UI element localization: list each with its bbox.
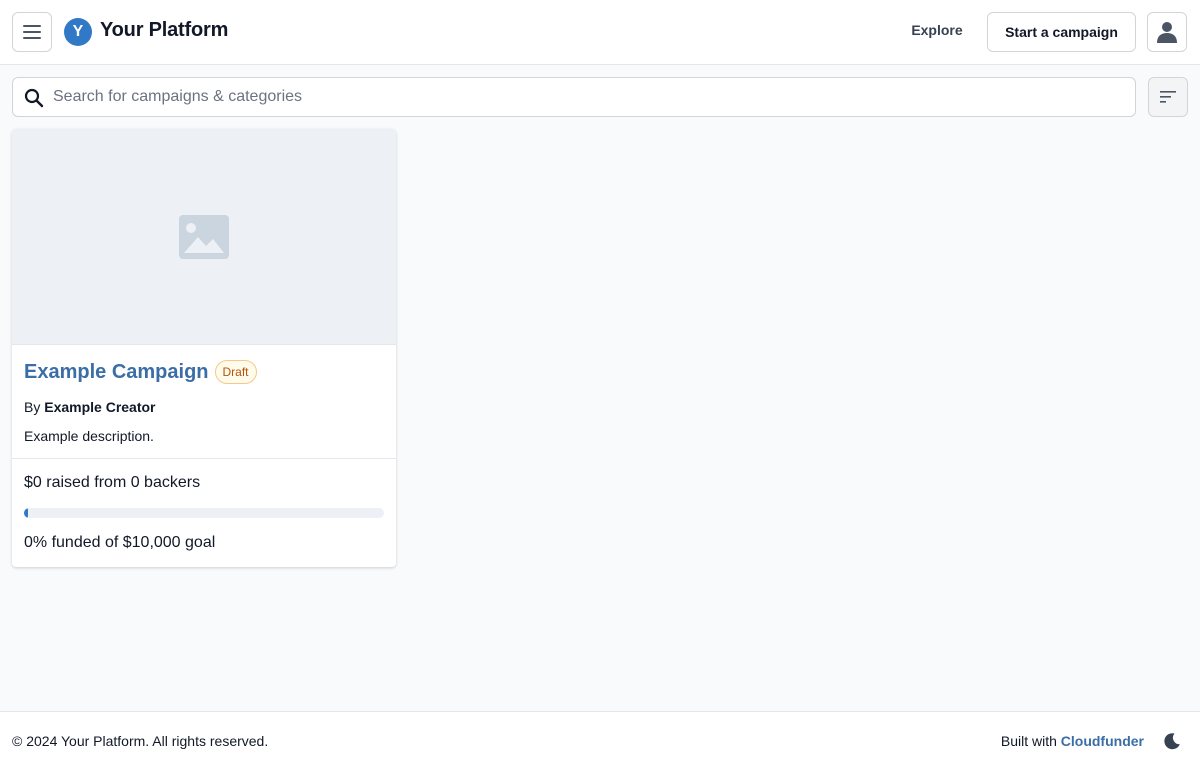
divider [12,458,396,459]
search-input[interactable] [53,78,1123,116]
top-navbar: Y Your Platform Explore Start a campaign [0,0,1200,65]
status-badge: Draft [214,360,257,384]
search-bar [12,77,1136,117]
campaign-card[interactable]: Example Campaign Draft By Example Creato… [12,129,396,567]
search-icon [24,88,44,108]
sort-filter-icon [1160,91,1176,103]
sort-filter-button[interactable] [1148,77,1188,117]
campaign-title[interactable]: Example Campaign [24,361,209,384]
logo[interactable]: Y [64,18,92,46]
creator-prefix: By [24,399,41,415]
brand-name[interactable]: Your Platform [100,19,228,42]
built-with: Built with Cloudfunder [1001,733,1144,749]
user-menu-button[interactable] [1147,12,1187,52]
funding-progress-fill [24,508,28,518]
user-icon [1157,22,1177,43]
footer: © 2024 Your Platform. All rights reserve… [0,711,1200,768]
funding-progress-bar [24,508,384,518]
copyright-text: © 2024 Your Platform. All rights reserve… [12,733,269,749]
menu-button[interactable] [12,12,52,52]
raised-amount: $0 raised from 0 backers [24,474,201,491]
start-campaign-button[interactable]: Start a campaign [987,12,1136,52]
cloudfunder-link[interactable]: Cloudfunder [1061,733,1144,749]
funded-percentage: 0% funded of $10,000 goal [24,534,216,551]
campaign-description: Example description. [24,428,154,444]
campaign-creator: By Example Creator [24,399,156,415]
creator-name: Example Creator [44,399,156,415]
built-with-prefix: Built with [1000,733,1057,749]
moon-icon[interactable] [1162,731,1182,751]
explore-link[interactable]: Explore [900,22,974,38]
campaign-title-row: Example Campaign Draft [24,360,257,384]
campaign-image [12,129,396,345]
image-placeholder-icon [179,214,229,259]
hamburger-menu-icon [23,25,41,39]
